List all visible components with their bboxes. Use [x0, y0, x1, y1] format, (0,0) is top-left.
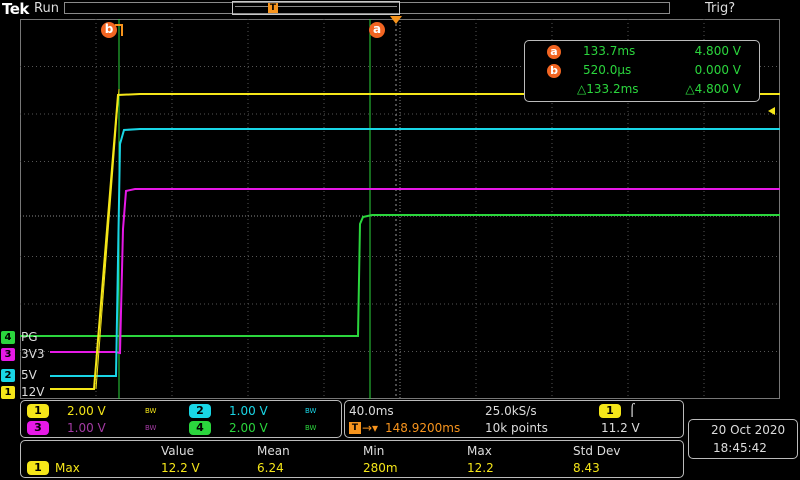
ch4-scale: 2.00 V	[229, 421, 268, 435]
cursor-readout-panel: a 133.7ms 4.800 V b 520.0µs 0.000 V △133…	[524, 40, 760, 102]
ch1-label: 12V	[21, 385, 45, 399]
ch2-bw-icon: BW	[305, 407, 317, 415]
horizontal-trigger-panel[interactable]: 40.0ms 25.0kS/s 1 ⌠ T →▾ 148.9200ms 10k …	[344, 400, 684, 438]
acquisition-run-state[interactable]: Run	[34, 1, 59, 16]
cursor-b-icon: b	[547, 64, 561, 78]
sample-rate: 25.0kS/s	[485, 404, 537, 418]
meas-header-mean: Mean	[257, 444, 290, 458]
cursor-a-volt: 4.800 V	[694, 44, 741, 58]
time-per-div: 40.0ms	[349, 404, 394, 418]
ch2-scale: 1.00 V	[229, 404, 268, 418]
meas-header-min: Min	[363, 444, 385, 458]
vertical-settings-panel[interactable]: 1 2.00 V BW 2 1.00 V BW 3 1.00 V BW 4 2.…	[20, 400, 342, 438]
cursor-a-time: 133.7ms	[583, 44, 636, 58]
trigger-status: Trig?	[705, 1, 736, 16]
datetime-panel: 20 Oct 2020 18:45:42	[688, 419, 798, 459]
cursor-b-volt: 0.000 V	[694, 63, 741, 77]
meas-name: Max	[55, 461, 80, 475]
ch3-scale: 1.00 V	[67, 421, 106, 435]
trigger-position-marker-icon[interactable]	[390, 16, 402, 24]
cursor-a-marker[interactable]: a	[369, 22, 385, 38]
meas-header-stddev: Std Dev	[573, 444, 621, 458]
ch1-scale: 2.00 V	[67, 404, 106, 418]
trigger-level: 11.2 V	[601, 421, 640, 435]
cursor-delta-time: △133.2ms	[577, 82, 639, 96]
meas-header-value: Value	[161, 444, 194, 458]
tek-logo: Tek	[2, 0, 29, 18]
cursor-delta-volt: △4.800 V	[685, 82, 741, 96]
ch1-ground-marker-icon[interactable]: 1	[1, 386, 15, 399]
trigger-position-value: 148.9200ms	[385, 421, 461, 435]
date: 20 Oct 2020	[711, 423, 786, 437]
record-length: 10k points	[485, 421, 548, 435]
ch1-badge[interactable]: 1	[27, 404, 49, 418]
cursor-b-time: 520.0µs	[583, 63, 632, 77]
ch3-badge[interactable]: 3	[27, 421, 49, 435]
trigger-source-badge[interactable]: 1	[599, 404, 621, 418]
meas-min: 280m	[363, 461, 398, 475]
meas-mean: 6.24	[257, 461, 284, 475]
record-trigger-marker-icon: T	[268, 3, 278, 13]
time: 18:45:42	[713, 441, 767, 455]
meas-max: 12.2	[467, 461, 494, 475]
ch2-label: 5V	[21, 368, 37, 382]
ch2-badge[interactable]: 2	[189, 404, 211, 418]
trigger-slope-icon: ⌠	[629, 403, 636, 417]
trigger-position-icon: T	[349, 422, 361, 434]
record-view-window[interactable]	[232, 1, 400, 15]
cursor-b-trigger-bracket-icon	[115, 24, 123, 36]
ch4-badge[interactable]: 4	[189, 421, 211, 435]
meas-header-max: Max	[467, 444, 492, 458]
ch4-label: PG	[21, 330, 38, 344]
cursor-a-icon: a	[547, 45, 561, 59]
trigger-arrow-icon: →▾	[362, 421, 379, 435]
ch4-ground-marker-icon[interactable]: 4	[1, 331, 15, 344]
meas-source-badge[interactable]: 1	[27, 461, 49, 475]
ch3-ground-marker-icon[interactable]: 3	[1, 348, 15, 361]
meas-stddev: 8.43	[573, 461, 600, 475]
ch1-bw-icon: BW	[145, 407, 157, 415]
ch4-bw-icon: BW	[305, 424, 317, 432]
measurement-panel[interactable]: Value Mean Min Max Std Dev 1 Max 12.2 V …	[20, 440, 684, 478]
ch3-bw-icon: BW	[145, 424, 157, 432]
meas-value: 12.2 V	[161, 461, 200, 475]
ch2-ground-marker-icon[interactable]: 2	[1, 369, 15, 382]
ch3-label: 3V3	[21, 347, 45, 361]
